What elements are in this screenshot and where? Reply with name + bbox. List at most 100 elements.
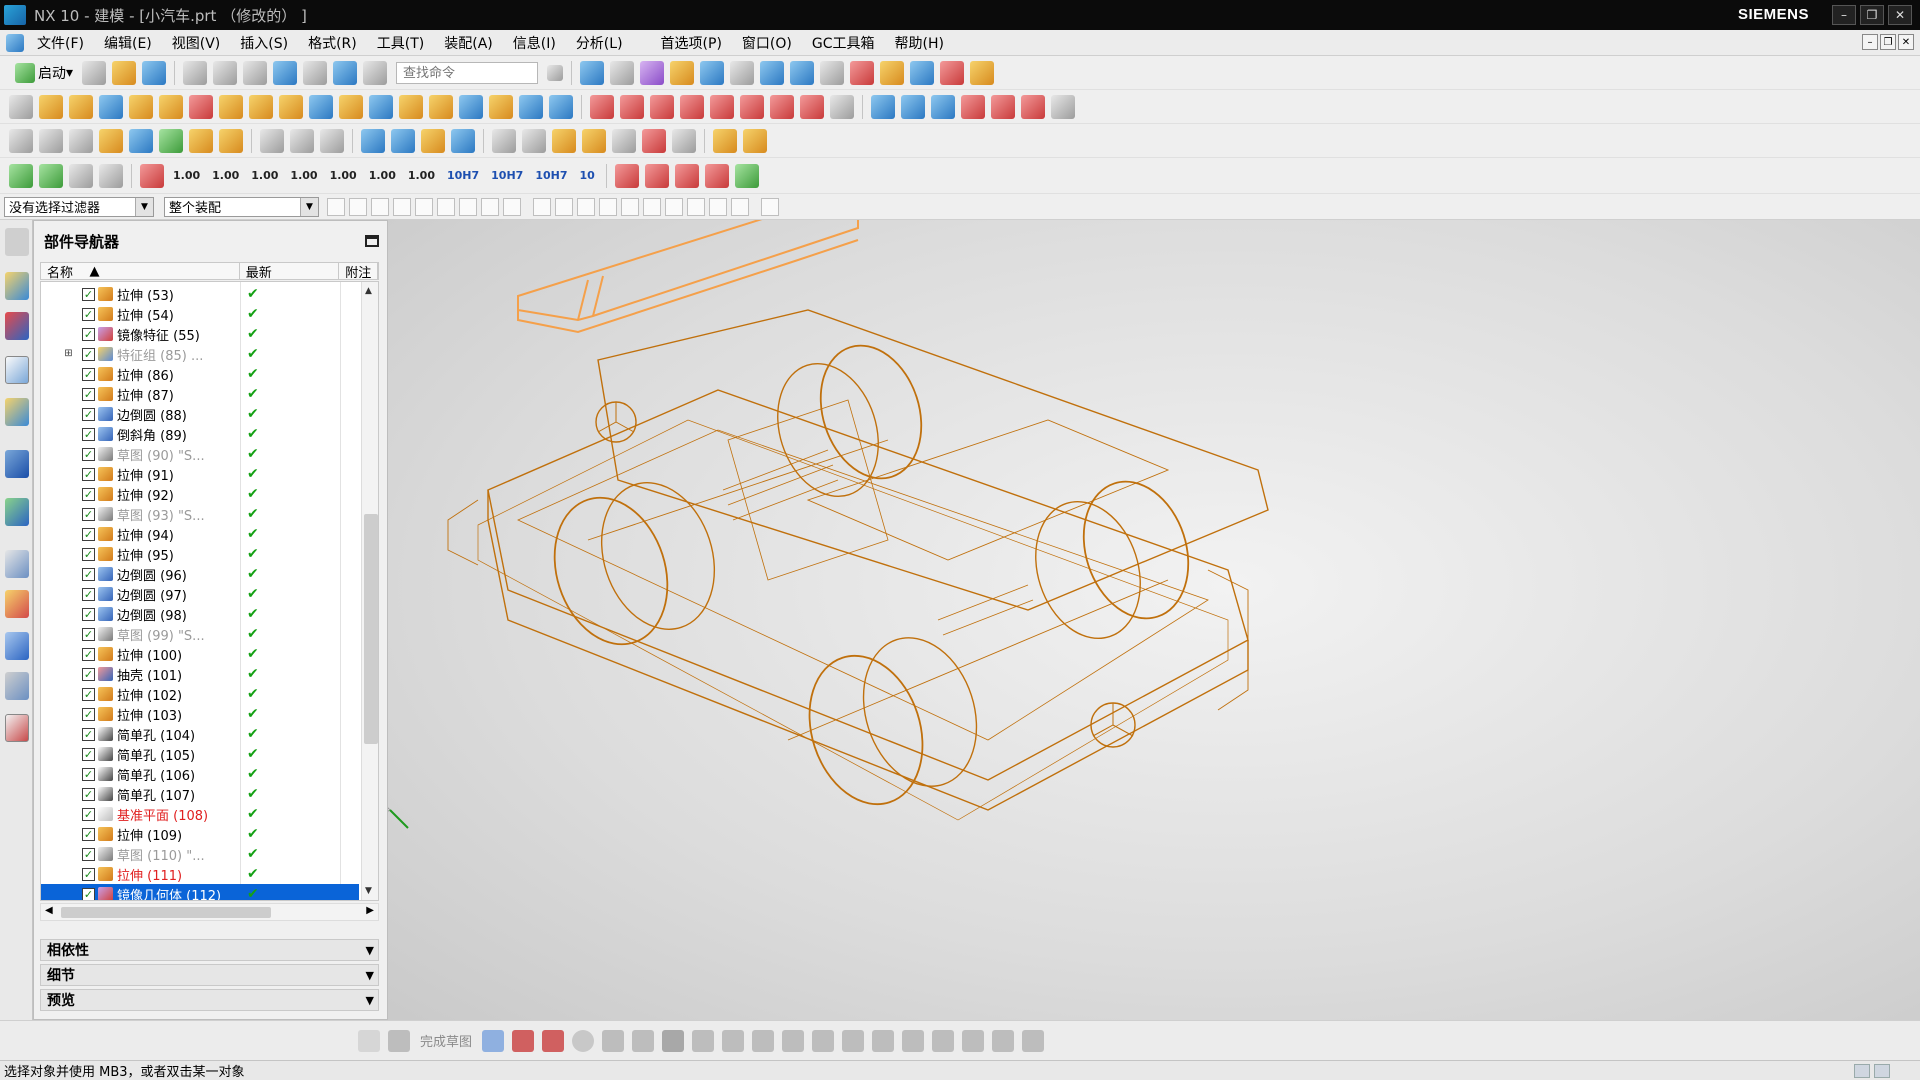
offset-curve-icon[interactable] xyxy=(260,128,284,153)
feature-row[interactable]: ✓ 简单孔 (107) ✔ xyxy=(41,784,359,804)
feature-row[interactable]: ✓ 拉伸 (100) ✔ xyxy=(41,644,359,664)
pmi-fit-2[interactable]: 10H7 xyxy=(491,169,523,182)
show-hide-icon[interactable] xyxy=(670,60,695,85)
feature-row[interactable]: ✓ 拉伸 (94) ✔ xyxy=(41,524,359,544)
through-mesh-icon[interactable] xyxy=(901,94,925,119)
select-edge-icon[interactable] xyxy=(437,197,455,216)
visibility-checkbox[interactable]: ✓ xyxy=(82,427,95,441)
pattern-feature-icon[interactable] xyxy=(549,94,573,119)
pmi-fit-3[interactable]: 10H7 xyxy=(535,169,567,182)
shell-icon[interactable] xyxy=(459,94,483,119)
nx-app-icon[interactable] xyxy=(4,5,26,25)
menu-format[interactable]: 格式(R) xyxy=(298,33,367,53)
visibility-checkbox[interactable]: ✓ xyxy=(82,667,95,681)
history-icon[interactable] xyxy=(5,550,29,578)
feature-row[interactable]: ✓ 倒斜角 (89) ✔ xyxy=(41,424,359,444)
select-component-icon[interactable] xyxy=(481,197,499,216)
layer-icon[interactable] xyxy=(790,60,815,85)
circle-tool-icon[interactable] xyxy=(572,1029,595,1052)
offset-curve-tool-icon[interactable] xyxy=(872,1029,895,1052)
gear-icon[interactable] xyxy=(5,228,29,256)
line-icon[interactable] xyxy=(129,128,153,153)
part-list-icon[interactable] xyxy=(552,128,576,153)
scroll-down-icon[interactable]: ▼ xyxy=(365,886,372,896)
snap-endpoint-icon[interactable] xyxy=(533,197,551,216)
gc-tool-2-icon[interactable] xyxy=(743,128,767,153)
visibility-checkbox[interactable]: ✓ xyxy=(82,767,95,781)
select-assembly-icon[interactable] xyxy=(503,197,521,216)
fit-tolerance-icon[interactable] xyxy=(672,128,696,153)
snap-point-on-curve-icon[interactable] xyxy=(687,197,705,216)
point-tool-icon[interactable] xyxy=(722,1029,745,1052)
sew-icon[interactable] xyxy=(710,94,734,119)
mirror-curve-icon[interactable] xyxy=(902,1029,925,1052)
snap-intersection-icon[interactable] xyxy=(599,197,617,216)
quick-trim-icon[interactable] xyxy=(782,1029,805,1052)
car-wireframe-model[interactable] xyxy=(343,213,1920,1030)
draft-icon[interactable] xyxy=(489,94,513,119)
visibility-checkbox[interactable]: ✓ xyxy=(82,887,95,900)
part-navigator-icon[interactable] xyxy=(5,356,29,384)
menu-assembly[interactable]: 装配(A) xyxy=(434,33,503,53)
hole-icon[interactable] xyxy=(159,94,183,119)
visibility-checkbox[interactable]: ✓ xyxy=(82,467,95,481)
menu-help[interactable]: 帮助(H) xyxy=(885,33,954,53)
menu-analysis[interactable]: 分析(L) xyxy=(566,33,633,53)
close-button[interactable]: ✕ xyxy=(1888,5,1912,25)
snap-arc-center-icon[interactable] xyxy=(621,197,639,216)
feature-row[interactable]: ✓ 边倒圆 (97) ✔ xyxy=(41,584,359,604)
visibility-checkbox[interactable]: ✓ xyxy=(82,327,95,341)
menu-tools[interactable]: 工具(T) xyxy=(367,33,434,53)
auto-constraint-icon[interactable] xyxy=(1022,1029,1045,1052)
undo-icon[interactable] xyxy=(273,60,298,85)
constraint-navigator-icon[interactable] xyxy=(5,312,29,340)
pmi-tolerance-6[interactable]: 1.00 xyxy=(369,169,396,182)
pocket-icon[interactable] xyxy=(219,94,243,119)
background-icon[interactable] xyxy=(730,60,755,85)
fit-icon[interactable] xyxy=(580,60,605,85)
chamfer-icon[interactable] xyxy=(429,94,453,119)
scroll-right-icon[interactable]: ▶ xyxy=(366,905,374,916)
menu-gc-toolbox[interactable]: GC工具箱 xyxy=(802,33,885,53)
project-curve-icon[interactable] xyxy=(290,128,314,153)
ruler-icon[interactable] xyxy=(970,60,995,85)
grid-icon[interactable] xyxy=(940,60,965,85)
visibility-checkbox[interactable]: ✓ xyxy=(82,407,95,421)
selected-spoiler-highlight[interactable] xyxy=(517,213,859,334)
unite-icon[interactable] xyxy=(309,94,333,119)
dimension-icon[interactable] xyxy=(642,128,666,153)
helix-icon[interactable] xyxy=(189,128,213,153)
visibility-checkbox[interactable]: ✓ xyxy=(82,487,95,501)
pmi-tolerance-1[interactable]: 1.00 xyxy=(173,169,200,182)
pmi-tolerance-4[interactable]: 1.00 xyxy=(290,169,317,182)
feature-row[interactable]: ✓ 简单孔 (105) ✔ xyxy=(41,744,359,764)
split-body-icon[interactable] xyxy=(620,94,644,119)
pmi-fit-4[interactable]: 10 xyxy=(580,169,595,182)
snap-control-icon[interactable] xyxy=(577,197,595,216)
rectangle-tool-icon[interactable] xyxy=(662,1029,685,1052)
make-corner-icon[interactable] xyxy=(842,1029,865,1052)
n-sided-surface-icon[interactable] xyxy=(991,94,1015,119)
visibility-checkbox[interactable]: ✓ xyxy=(82,547,95,561)
menu-information[interactable]: 信息(I) xyxy=(503,33,566,53)
finish-sketch-label[interactable]: 完成草图 xyxy=(420,1031,472,1050)
visibility-checkbox[interactable]: ✓ xyxy=(82,527,95,541)
intersect-icon[interactable] xyxy=(369,94,393,119)
menu-insert[interactable]: 插入(S) xyxy=(230,33,298,53)
visibility-checkbox[interactable]: ✓ xyxy=(82,627,95,641)
datum-axis-icon[interactable] xyxy=(69,128,93,153)
reuse-library-icon[interactable] xyxy=(5,398,29,426)
feature-row[interactable]: ✓ 镜像几何体 (112) ✔ xyxy=(41,884,359,900)
feature-row[interactable]: ✓ 拉伸 (95) ✔ xyxy=(41,544,359,564)
feature-row[interactable]: ⊞ ✓ 特征组 (85) ... ✔ xyxy=(41,344,359,364)
text-curve-icon[interactable] xyxy=(219,128,243,153)
block-icon[interactable] xyxy=(99,94,123,119)
save-icon[interactable] xyxy=(142,60,167,85)
paste-icon[interactable] xyxy=(243,60,268,85)
launch-button[interactable]: 启动 ▾ xyxy=(6,62,79,83)
status-icon-2[interactable] xyxy=(1874,1064,1890,1078)
feature-row[interactable]: ✓ 拉伸 (109) ✔ xyxy=(41,824,359,844)
restore-button[interactable]: ❐ xyxy=(1860,5,1884,25)
feature-row[interactable]: ✓ 草图 (99) "S... ✔ xyxy=(41,624,359,644)
scrollbar-thumb[interactable] xyxy=(61,907,271,918)
